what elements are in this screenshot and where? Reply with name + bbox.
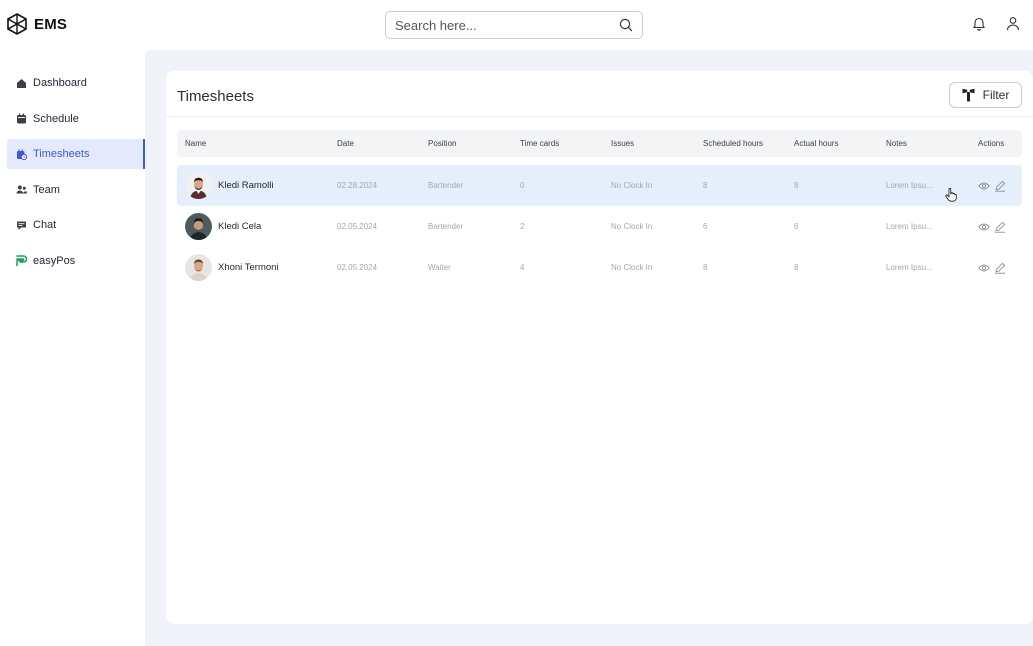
time-cards-cell: 2	[520, 222, 525, 231]
search-box[interactable]	[385, 11, 643, 39]
date-cell: 02.05.2024	[337, 263, 378, 272]
timesheet-icon	[17, 149, 27, 160]
sidebar-item-label: Schedule	[33, 112, 79, 125]
bell-icon[interactable]	[972, 16, 986, 31]
edit-icon[interactable]	[994, 262, 1006, 274]
actual-hours-cell: 8	[794, 181, 799, 190]
column-header-actions: Actions	[978, 139, 1005, 148]
name-cell: Kledi Cela	[177, 213, 337, 240]
employee-name[interactable]: Xhoni Termoni	[218, 262, 279, 273]
filter-button[interactable]: Filter	[949, 82, 1022, 108]
page-title: Timesheets	[177, 88, 254, 105]
ems-logo-icon	[7, 13, 27, 35]
user-icon[interactable]	[1006, 16, 1020, 31]
time-cards-cell: 0	[520, 181, 525, 190]
sidebar-item-label: Timesheets	[33, 148, 90, 160]
position-cell: Waiter	[428, 263, 451, 272]
search-input[interactable]	[395, 17, 619, 33]
edit-icon[interactable]	[994, 180, 1006, 192]
filter-icon	[962, 88, 975, 102]
app-name: EMS	[34, 15, 68, 33]
hand-cursor-icon	[945, 188, 957, 202]
sidebar: Dashboard Schedule Timesheets Team Chat …	[0, 50, 146, 646]
notes-cell: Lorem Ipsu...	[886, 181, 933, 190]
actions-cell	[978, 180, 1022, 192]
timesheets-card: Timesheets Filter Name Date Position Tim…	[166, 71, 1033, 624]
date-cell: 02.05.2024	[337, 222, 378, 231]
issues-cell: No Clock In	[611, 181, 653, 190]
column-header-date[interactable]: Date	[337, 139, 428, 148]
sidebar-item-dashboard[interactable]: Dashboard	[7, 68, 144, 98]
column-header-actual-hours[interactable]: Actual hours	[794, 139, 886, 148]
name-cell: Kledi Ramolli	[177, 172, 337, 199]
scheduled-hours-cell: 8	[703, 263, 708, 272]
actions-cell	[978, 262, 1022, 274]
sidebar-item-chat[interactable]: Chat	[7, 210, 144, 240]
search-icon[interactable]	[619, 18, 633, 32]
table-header: Name Date Position Time cards Issues Sch…	[177, 130, 1022, 157]
avatar	[185, 172, 212, 199]
scheduled-hours-cell: 6	[703, 222, 708, 231]
column-header-issues[interactable]: Issues	[611, 139, 703, 148]
actions-cell	[978, 221, 1022, 233]
team-icon	[16, 185, 27, 194]
sidebar-item-label: Chat	[33, 219, 57, 231]
position-cell: Bartender	[428, 181, 464, 190]
sidebar-item-easypos[interactable]: easyPos	[7, 246, 144, 276]
employee-name[interactable]: Kledi Ramolli	[218, 180, 273, 191]
app-logo[interactable]: EMS	[7, 13, 67, 35]
sidebar-item-schedule[interactable]: Schedule	[7, 104, 144, 134]
actual-hours-cell: 6	[794, 222, 799, 231]
employee-name[interactable]: Kledi Cela	[218, 221, 261, 232]
card-header: Timesheets Filter	[166, 71, 1033, 117]
column-header-notes[interactable]: Notes	[886, 139, 978, 148]
chat-icon	[17, 221, 26, 230]
issues-cell: No Clock In	[611, 263, 653, 272]
filter-label: Filter	[982, 88, 1010, 102]
table-row[interactable]: Kledi Cela 02.05.2024 Bartender 2 No Clo…	[177, 206, 1022, 247]
easypos-icon	[16, 255, 27, 266]
position-cell: Bartender	[428, 222, 464, 231]
timesheets-table: Name Date Position Time cards Issues Sch…	[177, 130, 1022, 288]
column-header-position[interactable]: Position	[428, 139, 520, 148]
top-bar: EMS	[0, 0, 1033, 50]
sidebar-item-label: Dashboard	[33, 77, 87, 89]
column-header-time-cards[interactable]: Time cards	[520, 139, 611, 148]
avatar	[185, 254, 212, 281]
table-row[interactable]: Xhoni Termoni 02.05.2024 Waiter 4 No Clo…	[177, 247, 1022, 288]
actual-hours-cell: 8	[794, 263, 799, 272]
avatar	[185, 213, 212, 240]
view-icon[interactable]	[978, 222, 990, 232]
notes-cell: Lorem Ipsu...	[886, 263, 933, 272]
notes-cell: Lorem Ipsu...	[886, 222, 933, 231]
column-header-scheduled-hours[interactable]: Scheduled hours	[703, 139, 794, 148]
dashboard-icon	[17, 78, 26, 88]
edit-icon[interactable]	[994, 221, 1006, 233]
sidebar-item-team[interactable]: Team	[7, 175, 144, 205]
sidebar-item-label: easyPos	[33, 254, 76, 267]
calendar-icon	[17, 113, 26, 124]
view-icon[interactable]	[978, 263, 990, 273]
name-cell: Xhoni Termoni	[177, 254, 337, 281]
issues-cell: No Clock In	[611, 222, 653, 231]
scheduled-hours-cell: 8	[703, 181, 708, 190]
sidebar-nav: Dashboard Schedule Timesheets Team Chat …	[0, 50, 146, 276]
sidebar-item-timesheets[interactable]: Timesheets	[7, 139, 146, 169]
view-icon[interactable]	[978, 181, 990, 191]
table-row[interactable]: Kledi Ramolli 02.28.2024 Bartender 0 No …	[177, 165, 1022, 206]
date-cell: 02.28.2024	[337, 181, 378, 190]
sidebar-item-label: Team	[33, 183, 60, 196]
time-cards-cell: 4	[520, 263, 525, 272]
column-header-name[interactable]: Name	[177, 139, 337, 148]
